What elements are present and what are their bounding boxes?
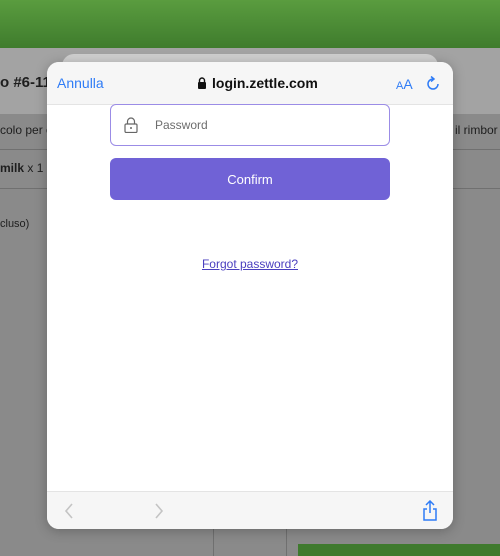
browser-bottom-bar bbox=[47, 491, 453, 529]
login-sheet: Annulla login.zettle.com AA Confirm Forg… bbox=[47, 62, 453, 529]
browser-top-bar: Annulla login.zettle.com AA bbox=[47, 62, 453, 105]
background-text-right: il rimbor bbox=[455, 123, 498, 137]
forgot-password-link[interactable]: Forgot password? bbox=[47, 257, 453, 271]
url-text: login.zettle.com bbox=[212, 75, 318, 91]
item-row: milk x 1 bbox=[0, 161, 43, 175]
order-title: o #6-11 bbox=[0, 74, 51, 91]
chevron-right-icon[interactable] bbox=[153, 502, 165, 520]
login-content: Confirm Forgot password? bbox=[47, 104, 453, 491]
reload-icon[interactable] bbox=[425, 74, 441, 92]
divider bbox=[286, 528, 287, 556]
background-text-left: colo per e bbox=[0, 123, 53, 137]
confirm-button[interactable]: Confirm bbox=[110, 158, 390, 200]
text-size-button[interactable]: AA bbox=[396, 76, 413, 92]
chevron-left-icon[interactable] bbox=[63, 502, 75, 520]
padlock-icon bbox=[124, 117, 138, 133]
text-size-big: A bbox=[403, 76, 413, 92]
item-qty: x 1 bbox=[27, 161, 44, 175]
app-header-bar bbox=[0, 0, 500, 48]
address-bar[interactable]: login.zettle.com bbox=[197, 75, 318, 91]
password-input[interactable] bbox=[153, 117, 377, 133]
tax-note: cluso) bbox=[0, 218, 30, 230]
password-field[interactable] bbox=[110, 104, 390, 146]
item-name: milk bbox=[0, 161, 25, 175]
app-action-button[interactable] bbox=[298, 544, 500, 556]
cancel-button[interactable]: Annulla bbox=[57, 75, 104, 91]
share-icon[interactable] bbox=[422, 500, 438, 522]
lock-icon bbox=[198, 77, 206, 89]
divider bbox=[213, 528, 214, 556]
